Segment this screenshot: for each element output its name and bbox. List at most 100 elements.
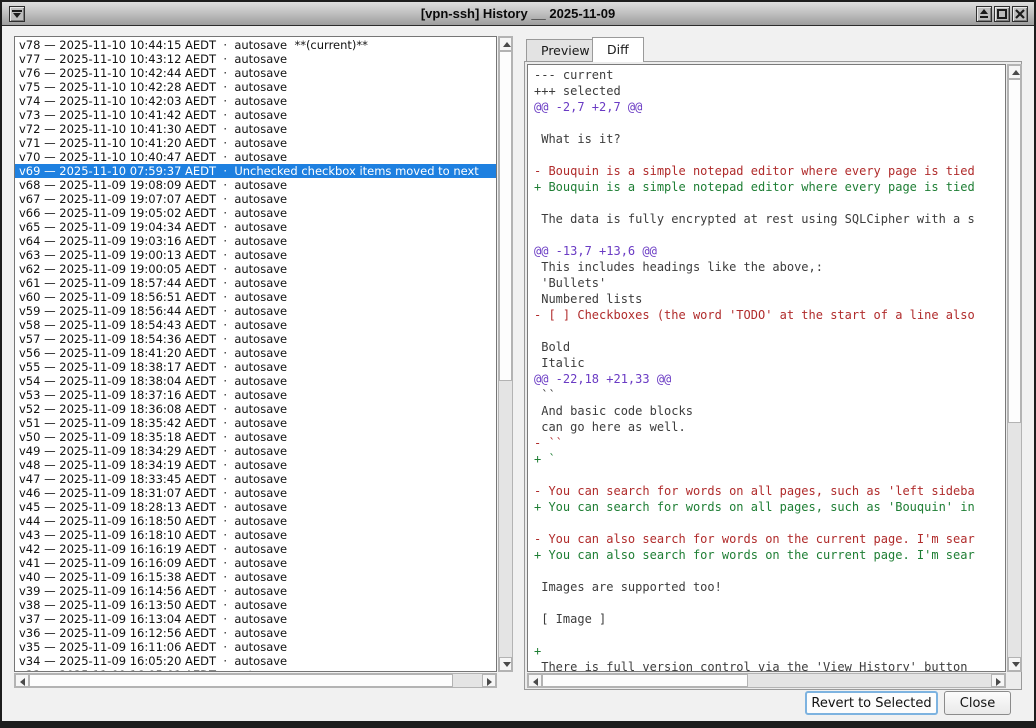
version-row[interactable]: v62 — 2025-11-09 19:00:05 AEDT · autosav… bbox=[15, 262, 496, 276]
version-row[interactable]: v75 — 2025-11-10 10:42:28 AEDT · autosav… bbox=[15, 80, 496, 94]
version-list[interactable]: v78 — 2025-11-10 10:44:15 AEDT · autosav… bbox=[14, 36, 497, 672]
version-row[interactable]: v63 — 2025-11-09 19:00:13 AEDT · autosav… bbox=[15, 248, 496, 262]
version-row[interactable]: v42 — 2025-11-09 16:16:19 AEDT · autosav… bbox=[15, 542, 496, 556]
version-row[interactable]: v52 — 2025-11-09 18:36:08 AEDT · autosav… bbox=[15, 402, 496, 416]
tab-diff[interactable]: Diff bbox=[592, 37, 644, 62]
version-row[interactable]: v44 — 2025-11-09 16:18:50 AEDT · autosav… bbox=[15, 514, 496, 528]
version-row[interactable]: v33 — 2025-11-09 16:05:01 AEDT · autosav… bbox=[15, 668, 496, 672]
window-maximize-button[interactable] bbox=[994, 6, 1010, 22]
diff-vertical-scrollbar[interactable] bbox=[1007, 64, 1022, 672]
version-row[interactable]: v65 — 2025-11-09 19:04:34 AEDT · autosav… bbox=[15, 220, 496, 234]
version-row[interactable]: v70 — 2025-11-10 10:40:47 AEDT · autosav… bbox=[15, 150, 496, 164]
version-row[interactable]: v73 — 2025-11-10 10:41:42 AEDT · autosav… bbox=[15, 108, 496, 122]
version-row[interactable]: v74 — 2025-11-10 10:42:03 AEDT · autosav… bbox=[15, 94, 496, 108]
maximize-icon bbox=[997, 9, 1007, 19]
diff-line-ctx: Italic bbox=[534, 355, 1005, 371]
version-row[interactable]: v51 — 2025-11-09 18:35:42 AEDT · autosav… bbox=[15, 416, 496, 430]
scroll-right-button[interactable] bbox=[482, 674, 496, 687]
version-row[interactable]: v76 — 2025-11-10 10:42:44 AEDT · autosav… bbox=[15, 66, 496, 80]
list-horizontal-scrollbar[interactable] bbox=[14, 673, 497, 688]
scroll-thumb[interactable] bbox=[499, 51, 512, 381]
diff-pane: --- current+++ selected@@ -2,7 +2,7 @@ W… bbox=[524, 61, 1022, 690]
version-row[interactable]: v35 — 2025-11-09 16:11:06 AEDT · autosav… bbox=[15, 640, 496, 654]
scroll-left-button[interactable] bbox=[15, 674, 29, 687]
version-row[interactable]: v66 — 2025-11-09 19:05:02 AEDT · autosav… bbox=[15, 206, 496, 220]
diff-line-ctx bbox=[534, 147, 1005, 163]
arrow-up-icon bbox=[1012, 70, 1020, 75]
window-title: [vpn-ssh] History __ 2025-11-09 bbox=[2, 2, 1034, 26]
version-row[interactable]: v34 — 2025-11-09 16:05:20 AEDT · autosav… bbox=[15, 654, 496, 668]
version-row[interactable]: v46 — 2025-11-09 18:31:07 AEDT · autosav… bbox=[15, 486, 496, 500]
diff-line-ctx bbox=[534, 515, 1005, 531]
version-row[interactable]: v54 — 2025-11-09 18:38:04 AEDT · autosav… bbox=[15, 374, 496, 388]
diff-line-ctx bbox=[534, 115, 1005, 131]
version-row[interactable]: v48 — 2025-11-09 18:34:19 AEDT · autosav… bbox=[15, 458, 496, 472]
version-row[interactable]: v71 — 2025-11-10 10:41:20 AEDT · autosav… bbox=[15, 136, 496, 150]
version-row[interactable]: v57 — 2025-11-09 18:54:36 AEDT · autosav… bbox=[15, 332, 496, 346]
scroll-up-button[interactable] bbox=[499, 37, 512, 51]
diff-line-ctx bbox=[534, 595, 1005, 611]
version-row[interactable]: v47 — 2025-11-09 18:33:45 AEDT · autosav… bbox=[15, 472, 496, 486]
diff-line-meta: +++ selected bbox=[534, 83, 1005, 99]
version-row-selected[interactable]: v69 — 2025-11-10 07:59:37 AEDT · Uncheck… bbox=[15, 164, 496, 178]
scroll-down-button[interactable] bbox=[499, 657, 512, 671]
scroll-right-button[interactable] bbox=[991, 674, 1005, 687]
version-row[interactable]: v68 — 2025-11-09 19:08:09 AEDT · autosav… bbox=[15, 178, 496, 192]
revert-to-selected-button[interactable]: Revert to Selected bbox=[805, 691, 938, 715]
version-row[interactable]: v37 — 2025-11-09 16:13:04 AEDT · autosav… bbox=[15, 612, 496, 626]
scroll-up-button[interactable] bbox=[1008, 65, 1021, 79]
version-row[interactable]: v58 — 2025-11-09 18:54:43 AEDT · autosav… bbox=[15, 318, 496, 332]
version-row[interactable]: v61 — 2025-11-09 18:57:44 AEDT · autosav… bbox=[15, 276, 496, 290]
history-window: [vpn-ssh] History __ 2025-11-09 v78 — 20… bbox=[0, 0, 1036, 728]
scroll-thumb[interactable] bbox=[1008, 79, 1021, 423]
diff-line-del: - Bouquin is a simple notepad editor whe… bbox=[534, 163, 1005, 179]
arrow-down-icon bbox=[503, 662, 511, 667]
diff-horizontal-scrollbar[interactable] bbox=[527, 673, 1006, 688]
diff-line-ctx: Numbered lists bbox=[534, 291, 1005, 307]
version-row[interactable]: v55 — 2025-11-09 18:38:17 AEDT · autosav… bbox=[15, 360, 496, 374]
version-row[interactable]: v56 — 2025-11-09 18:41:20 AEDT · autosav… bbox=[15, 346, 496, 360]
scroll-down-button[interactable] bbox=[1008, 657, 1021, 671]
close-icon bbox=[1015, 9, 1025, 19]
version-row[interactable]: v67 — 2025-11-09 19:07:07 AEDT · autosav… bbox=[15, 192, 496, 206]
version-row[interactable]: v41 — 2025-11-09 16:16:09 AEDT · autosav… bbox=[15, 556, 496, 570]
diff-line-ctx: [ Image ] bbox=[534, 611, 1005, 627]
diff-line-meta: --- current bbox=[534, 67, 1005, 83]
diff-line-add: + ` bbox=[534, 451, 1005, 467]
version-row[interactable]: v50 — 2025-11-09 18:35:18 AEDT · autosav… bbox=[15, 430, 496, 444]
diff-line-del: - [ ] Checkboxes (the word 'TODO' at the… bbox=[534, 307, 1005, 323]
version-row[interactable]: v72 — 2025-11-10 10:41:30 AEDT · autosav… bbox=[15, 122, 496, 136]
version-history-panel: v78 — 2025-11-10 10:44:15 AEDT · autosav… bbox=[14, 36, 514, 688]
version-row[interactable]: v49 — 2025-11-09 18:34:29 AEDT · autosav… bbox=[15, 444, 496, 458]
preview-diff-notebook: Preview Diff --- current+++ selected@@ -… bbox=[524, 36, 1024, 690]
scroll-thumb[interactable] bbox=[542, 674, 748, 687]
version-row[interactable]: v39 — 2025-11-09 16:14:56 AEDT · autosav… bbox=[15, 584, 496, 598]
diff-line-ctx: Bold bbox=[534, 339, 1005, 355]
diff-line-del: - You can also search for words on the c… bbox=[534, 531, 1005, 547]
close-button[interactable]: Close bbox=[944, 691, 1011, 715]
window-close-button[interactable] bbox=[1012, 6, 1028, 22]
version-row[interactable]: v64 — 2025-11-09 19:03:16 AEDT · autosav… bbox=[15, 234, 496, 248]
diff-line-ctx bbox=[534, 195, 1005, 211]
version-row[interactable]: v45 — 2025-11-09 18:28:13 AEDT · autosav… bbox=[15, 500, 496, 514]
version-row[interactable]: v43 — 2025-11-09 16:18:10 AEDT · autosav… bbox=[15, 528, 496, 542]
list-vertical-scrollbar[interactable] bbox=[498, 36, 513, 672]
diff-line-ctx: Images are supported too! bbox=[534, 579, 1005, 595]
diff-content[interactable]: --- current+++ selected@@ -2,7 +2,7 @@ W… bbox=[527, 64, 1006, 672]
diff-line-ctx: 'Bullets' bbox=[534, 275, 1005, 291]
version-row[interactable]: v77 — 2025-11-10 10:43:12 AEDT · autosav… bbox=[15, 52, 496, 66]
version-row[interactable]: v60 — 2025-11-09 18:56:51 AEDT · autosav… bbox=[15, 290, 496, 304]
version-row[interactable]: v38 — 2025-11-09 16:13:50 AEDT · autosav… bbox=[15, 598, 496, 612]
version-row[interactable]: v36 — 2025-11-09 16:12:56 AEDT · autosav… bbox=[15, 626, 496, 640]
diff-line-del: - You can search for words on all pages,… bbox=[534, 483, 1005, 499]
window-shade-button[interactable] bbox=[976, 6, 992, 22]
scroll-thumb[interactable] bbox=[29, 674, 453, 687]
version-row[interactable]: v40 — 2025-11-09 16:15:38 AEDT · autosav… bbox=[15, 570, 496, 584]
arrow-right-icon bbox=[487, 678, 492, 686]
diff-line-ctx bbox=[534, 627, 1005, 643]
titlebar[interactable]: [vpn-ssh] History __ 2025-11-09 bbox=[2, 2, 1034, 26]
version-row[interactable]: v59 — 2025-11-09 18:56:44 AEDT · autosav… bbox=[15, 304, 496, 318]
scroll-left-button[interactable] bbox=[528, 674, 542, 687]
version-row[interactable]: v53 — 2025-11-09 18:37:16 AEDT · autosav… bbox=[15, 388, 496, 402]
version-row[interactable]: v78 — 2025-11-10 10:44:15 AEDT · autosav… bbox=[15, 38, 496, 52]
